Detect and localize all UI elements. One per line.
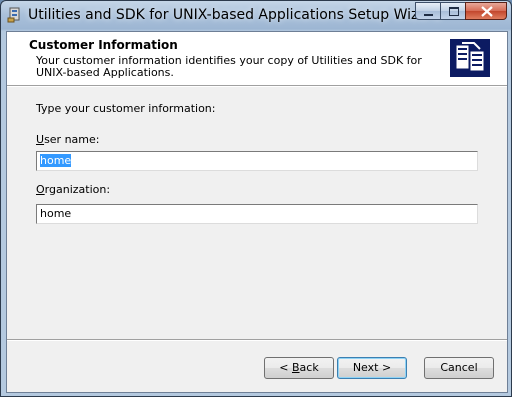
title-bar[interactable]: Utilities and SDK for UNIX-based Applica… — [1, 1, 511, 29]
page-description: Your customer information identifies you… — [36, 54, 422, 79]
back-button-mnemonic: B — [292, 361, 300, 374]
window-title: Utilities and SDK for UNIX-based Applica… — [28, 7, 442, 23]
page-title: Customer Information — [29, 38, 178, 52]
setup-package-icon — [7, 6, 23, 23]
user-name-label-text: ser name: — [44, 133, 100, 146]
close-button[interactable] — [465, 2, 507, 20]
back-button[interactable]: < Back — [264, 357, 334, 379]
organization-label-mnemonic: O — [36, 183, 45, 196]
back-button-rest: ack — [299, 361, 319, 374]
maximize-button[interactable] — [440, 2, 466, 20]
cancel-button[interactable]: Cancel — [424, 357, 494, 379]
wizard-body: Customer Information Your customer infor… — [6, 31, 508, 393]
next-button[interactable]: Next > — [337, 357, 407, 379]
organization-label: Organization: — [36, 183, 110, 196]
user-name-field[interactable]: home — [36, 151, 478, 171]
organization-value: home — [40, 207, 72, 220]
organization-label-text: rganization: — [44, 183, 111, 196]
form-prompt: Type your customer information: — [36, 102, 216, 115]
back-button-prefix: < — [279, 361, 292, 374]
user-name-label: User name: — [36, 133, 99, 146]
user-name-value: home — [40, 154, 72, 167]
header-divider — [7, 85, 507, 87]
user-name-label-mnemonic: U — [36, 133, 45, 146]
footer-divider — [7, 339, 507, 341]
wizard-header: Customer Information Your customer infor… — [7, 32, 507, 85]
minimize-button[interactable] — [415, 2, 441, 20]
organization-field[interactable]: home — [36, 204, 478, 224]
server-package-icon — [450, 39, 490, 77]
setup-wizard-window: Utilities and SDK for UNIX-based Applica… — [0, 0, 512, 397]
